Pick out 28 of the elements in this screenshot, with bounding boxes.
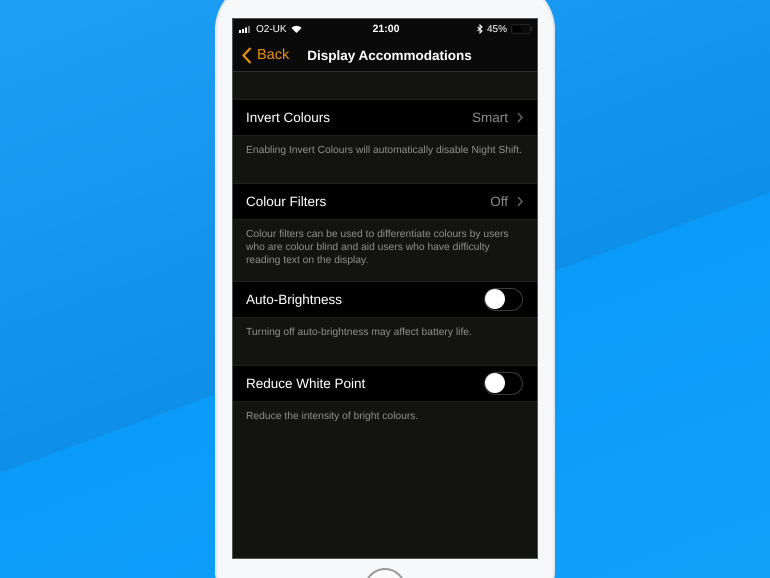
footer-note: Turning off auto-brightness may affect battery life. [245, 326, 473, 340]
signal-icon [239, 26, 252, 32]
row-value: Smart [472, 110, 508, 125]
row-label: Auto-Brightness [246, 292, 344, 307]
footer-note: Reduce the intensity of bright colours. [245, 410, 420, 424]
chevron-right-icon [517, 196, 523, 207]
toggle-switch[interactable] [484, 288, 523, 311]
back-button[interactable]: Back [233, 46, 290, 64]
chevron-left-icon [242, 46, 252, 64]
wifi-icon [290, 25, 302, 33]
row-value: Off [490, 194, 508, 209]
settings-row[interactable]: Reduce White Point [233, 365, 537, 402]
settings-row[interactable]: Auto-Brightness [233, 281, 537, 318]
page-title: Display Accommodations [307, 48, 472, 62]
settings-row[interactable]: Colour Filters Off [233, 183, 537, 220]
toggle-switch[interactable] [484, 372, 523, 395]
clock-time: 21:00 [372, 23, 400, 35]
footer-note: Enabling Invert Colours will automatically disable Night Shift. [245, 144, 523, 158]
row-label: Invert Colours [246, 110, 332, 125]
row-label: Reduce White Point [246, 376, 366, 391]
carrier-name: O2-UK [256, 24, 287, 34]
battery-icon [510, 24, 533, 34]
battery-percent: 45% [486, 24, 507, 34]
chevron-right-icon [517, 112, 523, 123]
row-label: Colour Filters [246, 194, 328, 209]
footer-note: Colour filters can be used to differentiate colours by users who are colour blind and aid users who have difficulty reading text on the display. [245, 228, 510, 268]
bluetooth-icon [476, 24, 483, 34]
settings-row[interactable]: Invert Colours Smart [233, 99, 537, 136]
